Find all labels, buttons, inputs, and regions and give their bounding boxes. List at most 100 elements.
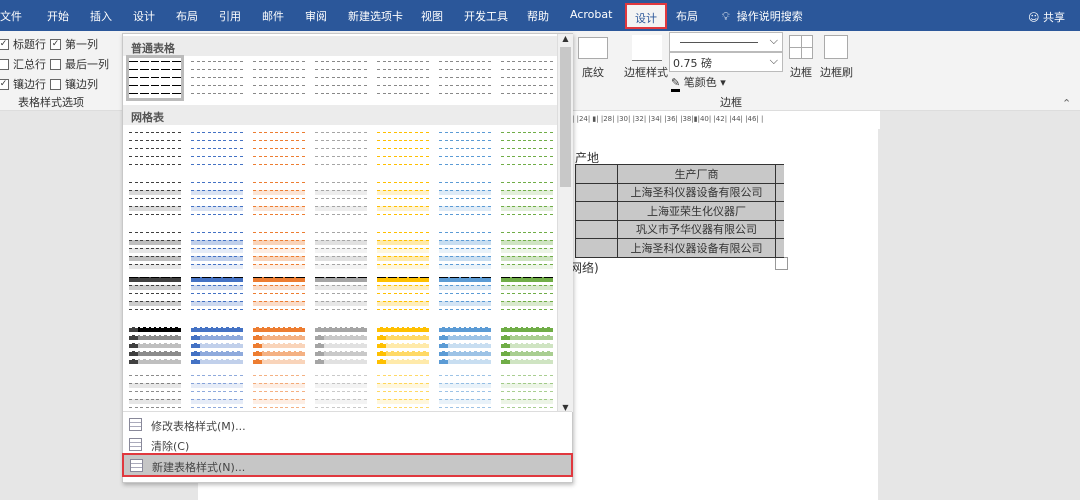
tab-3[interactable]: 设计 <box>133 8 155 24</box>
table-style-thumbnail[interactable] <box>501 58 553 98</box>
tell-me-search[interactable]: 💡︎ 操作说明搜索 <box>722 8 803 24</box>
table-style-thumbnail[interactable] <box>315 324 367 364</box>
tab-4[interactable]: 布局 <box>176 8 198 24</box>
table-style-thumbnail[interactable] <box>439 58 491 98</box>
table-cell[interactable] <box>575 201 618 221</box>
table-style-thumbnail[interactable] <box>439 372 491 412</box>
table-style-thumbnail[interactable] <box>253 372 305 412</box>
gallery-scrollbar[interactable]: ▲ ▼ <box>557 34 573 412</box>
table-style-thumbnail[interactable] <box>191 129 243 169</box>
table-style-thumbnail[interactable] <box>377 324 429 364</box>
table-style-thumbnail[interactable] <box>501 229 553 269</box>
table-style-thumbnail[interactable] <box>439 274 491 314</box>
table-cell[interactable] <box>575 219 618 239</box>
tab-6[interactable]: 邮件 <box>262 8 284 24</box>
table-style-thumbnail[interactable] <box>129 179 181 219</box>
border-styles-button[interactable]: 边框样式 <box>624 64 668 80</box>
table-style-thumbnail[interactable] <box>191 324 243 364</box>
table-style-thumbnail[interactable] <box>191 179 243 219</box>
table-style-thumbnail[interactable] <box>315 58 367 98</box>
tab-0[interactable]: 文件 <box>0 8 22 24</box>
table-style-thumbnail[interactable] <box>377 58 429 98</box>
modify-table-style-item[interactable]: 修改表格样式(M)... <box>123 414 572 436</box>
borders-button[interactable]: 边框 <box>790 64 812 80</box>
table-style-thumbnail[interactable] <box>129 229 181 269</box>
checkbox-option[interactable]: ✓ 镶边行 <box>0 76 46 92</box>
tab-12[interactable]: Acrobat <box>570 8 612 21</box>
pen-color-button[interactable]: ✎ 笔颜色 ▾ <box>671 74 726 92</box>
table-style-thumbnail[interactable] <box>315 274 367 314</box>
tab-9[interactable]: 视图 <box>421 8 443 24</box>
checkbox-option[interactable]: 镶边列 <box>50 76 98 92</box>
table-style-thumbnail[interactable] <box>501 324 553 364</box>
table-style-thumbnail[interactable] <box>126 55 184 101</box>
tab-8[interactable]: 新建选项卡 <box>348 8 403 24</box>
table-style-thumbnail[interactable] <box>315 129 367 169</box>
checkbox[interactable]: ✓ <box>50 38 61 50</box>
new-table-style-item[interactable]: 新建表格样式(N)... <box>122 453 573 477</box>
table-style-thumbnail[interactable] <box>439 179 491 219</box>
table-style-thumbnail[interactable] <box>501 179 553 219</box>
table-style-thumbnail[interactable] <box>501 129 553 169</box>
table-style-thumbnail[interactable] <box>377 179 429 219</box>
table-style-thumbnail[interactable] <box>315 372 367 412</box>
tab-5[interactable]: 引用 <box>219 8 241 24</box>
checkbox[interactable] <box>50 78 61 90</box>
line-weight-select[interactable]: 0.75 磅 ⌵ <box>669 52 783 72</box>
table-style-thumbnail[interactable] <box>377 129 429 169</box>
checkbox-option[interactable]: ✓ 第一列 <box>50 36 98 52</box>
tab-1[interactable]: 开始 <box>47 8 69 24</box>
table-style-thumbnail[interactable] <box>315 179 367 219</box>
table-cell[interactable] <box>575 164 618 184</box>
table-cell[interactable]: 上海亚荣生化仪器厂 <box>617 201 776 221</box>
tab-10[interactable]: 开发工具 <box>464 8 508 24</box>
tab-11[interactable]: 帮助 <box>527 8 549 24</box>
checkbox-option[interactable]: ✓ 标题行 <box>0 36 46 52</box>
checkbox[interactable] <box>50 58 61 70</box>
table-style-thumbnail[interactable] <box>253 179 305 219</box>
border-painter-button[interactable]: 边框刷 <box>820 64 853 80</box>
table-style-thumbnail[interactable] <box>439 129 491 169</box>
table-style-thumbnail[interactable] <box>191 229 243 269</box>
table-style-thumbnail[interactable] <box>439 324 491 364</box>
table-style-thumbnail[interactable] <box>253 324 305 364</box>
share-button[interactable]: ☺ 共享 <box>1028 9 1065 25</box>
table-style-thumbnail[interactable] <box>377 229 429 269</box>
checkbox-option[interactable]: 最后一列 <box>50 56 109 72</box>
table-resize-handle[interactable] <box>775 257 788 270</box>
table-style-thumbnail[interactable] <box>191 274 243 314</box>
table-cell[interactable]: 上海圣科仪器设备有限公司 <box>617 182 776 202</box>
table-style-thumbnail[interactable] <box>315 229 367 269</box>
tab-13[interactable]: 设计 <box>625 3 667 29</box>
table-style-thumbnail[interactable] <box>439 229 491 269</box>
table-style-thumbnail[interactable] <box>253 274 305 314</box>
tab-14[interactable]: 布局 <box>676 8 698 24</box>
table-style-thumbnail[interactable] <box>191 372 243 412</box>
checkbox[interactable]: ✓ <box>0 78 9 90</box>
horizontal-ruler[interactable]: | |24| ▮| |28| |30| |32| |34| |36| |38|▮… <box>572 111 880 129</box>
table-style-thumbnail[interactable] <box>129 274 181 314</box>
line-style-select[interactable]: ⌵ <box>669 32 783 52</box>
table-style-thumbnail[interactable] <box>253 229 305 269</box>
checkbox[interactable] <box>0 58 9 70</box>
checkbox[interactable]: ✓ <box>0 38 9 50</box>
table-cell[interactable] <box>575 238 618 258</box>
table-cell[interactable]: 生产厂商 <box>617 164 776 184</box>
table-style-thumbnail[interactable] <box>191 58 243 98</box>
scroll-up-icon[interactable]: ▲ <box>558 34 573 43</box>
collapse-ribbon-icon[interactable]: ⌃ <box>1062 97 1071 110</box>
table-style-thumbnail[interactable] <box>377 372 429 412</box>
scroll-thumb[interactable] <box>560 47 571 187</box>
table-cell[interactable]: 上海圣科仪器设备有限公司 <box>617 238 776 258</box>
shading-button[interactable]: 底纹 <box>582 64 604 80</box>
table-style-thumbnail[interactable] <box>129 129 181 169</box>
table-cell[interactable] <box>575 182 618 202</box>
tab-2[interactable]: 插入 <box>90 8 112 24</box>
table-style-thumbnail[interactable] <box>129 372 181 412</box>
table-style-thumbnail[interactable] <box>501 274 553 314</box>
tab-7[interactable]: 审阅 <box>305 8 327 24</box>
table-style-thumbnail[interactable] <box>377 274 429 314</box>
table-style-thumbnail[interactable] <box>501 372 553 412</box>
table-style-thumbnail[interactable] <box>253 58 305 98</box>
table-style-thumbnail[interactable] <box>253 129 305 169</box>
